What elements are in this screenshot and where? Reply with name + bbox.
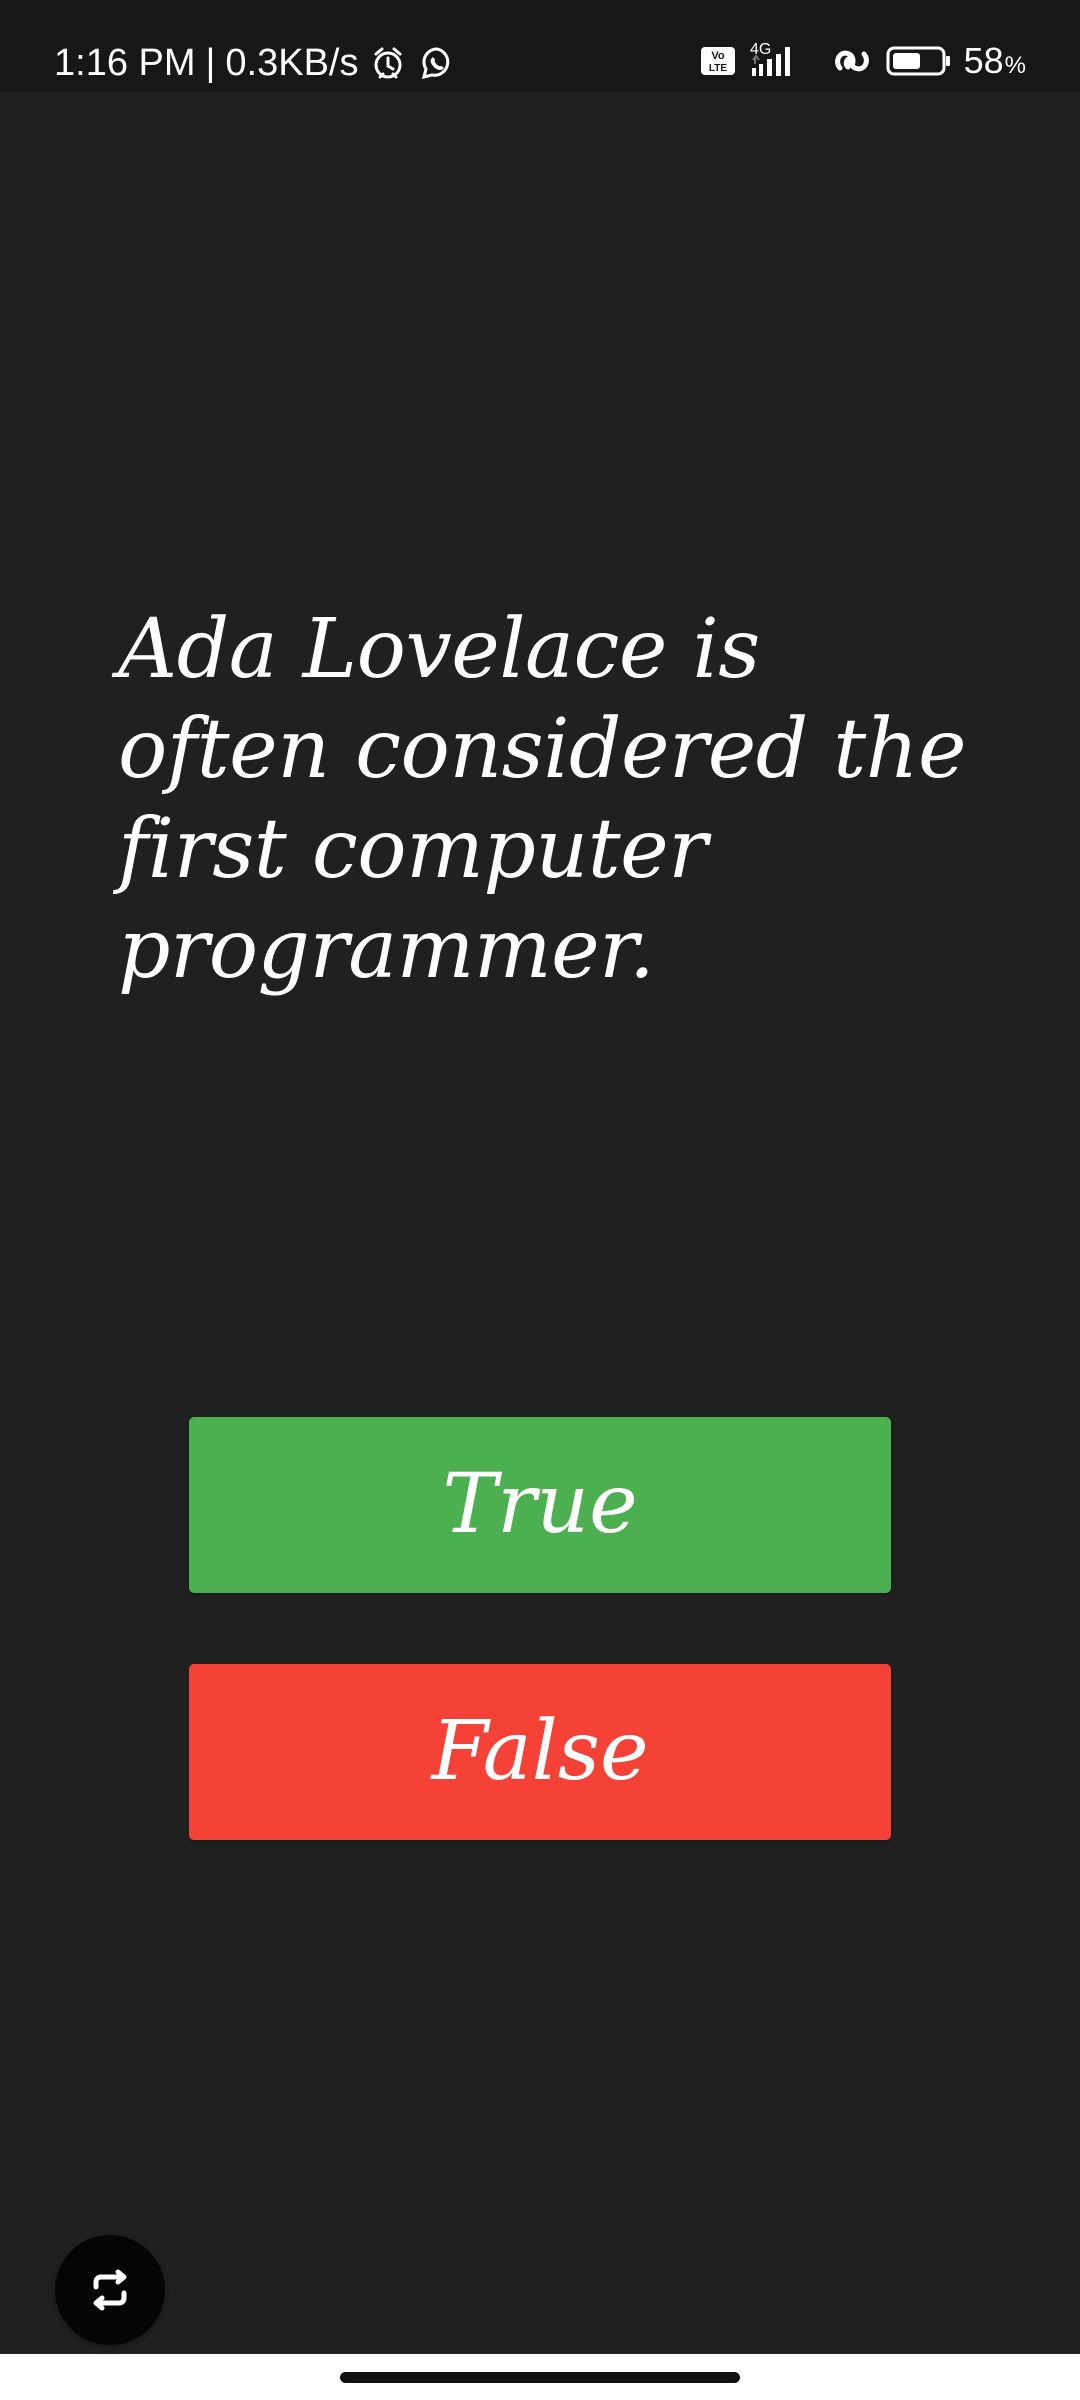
battery-icon — [886, 44, 952, 78]
battery-label: 58% — [964, 43, 1026, 79]
home-indicator[interactable] — [340, 2372, 740, 2383]
app-screen: 1:16 PM | 0.3KB/s Vo LTE 4G 58% Ada Love… — [0, 0, 1080, 2400]
status-right: Vo LTE 4G 58% — [700, 40, 1026, 82]
status-bar: 1:16 PM | 0.3KB/s Vo LTE 4G 58% — [0, 0, 1080, 92]
hotspot-link-icon — [830, 43, 874, 79]
signal-bars-icon: 4G — [748, 40, 818, 82]
whatsapp-icon — [418, 44, 456, 82]
network-type-text: 4G — [750, 41, 771, 58]
network-speed: 0.3KB/s — [225, 42, 359, 84]
next-question-button[interactable] — [55, 2235, 165, 2345]
volte-icon: Vo LTE — [700, 45, 736, 77]
svg-text:LTE: LTE — [709, 63, 727, 74]
battery-percent: 58 — [963, 40, 1004, 81]
quiz-question: Ada Lovelace is often considered the fir… — [118, 602, 967, 997]
status-left: 1:16 PM | 0.3KB/s — [54, 43, 456, 83]
svg-text:Vo: Vo — [711, 50, 725, 62]
alarm-clock-icon — [368, 43, 408, 83]
false-button[interactable]: False — [189, 1664, 891, 1840]
status-time: 1:16 PM — [54, 42, 196, 84]
true-button[interactable]: True — [189, 1417, 891, 1593]
battery-percent-suffix: % — [1004, 52, 1026, 79]
repeat-icon — [87, 2269, 133, 2311]
status-separator: | — [205, 42, 216, 84]
